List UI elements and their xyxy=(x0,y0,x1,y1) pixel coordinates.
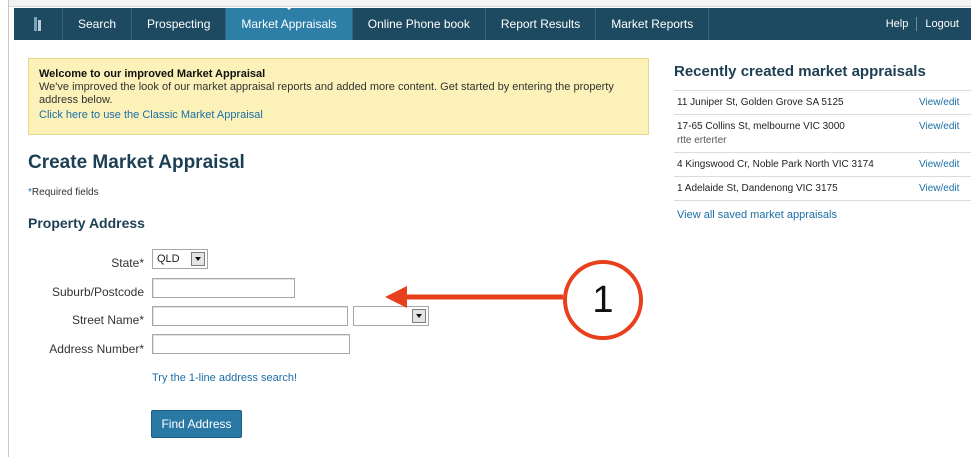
nav-item-market-appraisals[interactable]: Market Appraisals xyxy=(226,7,353,40)
appraisal-address: 17-65 Collins St, melbourne VIC 3000 xyxy=(677,121,845,132)
appraisal-address: 4 Kingswood Cr, Noble Park North VIC 317… xyxy=(677,159,874,170)
callout-number: 1 xyxy=(592,278,614,321)
logout-link[interactable]: Logout xyxy=(917,18,967,30)
state-label: State* xyxy=(111,256,144,270)
find-address-button[interactable]: Find Address xyxy=(151,410,242,438)
view-all-appraisals-link[interactable]: View all saved market appraisals xyxy=(677,209,837,221)
suburb-input[interactable] xyxy=(152,278,295,298)
window-top-edge xyxy=(8,0,971,7)
appraisal-address: 11 Juniper St, Golden Grove SA 5125 xyxy=(677,97,844,108)
one-line-search-link[interactable]: Try the 1-line address search! xyxy=(152,372,297,384)
required-fields-note: *Required fields xyxy=(28,187,99,198)
page-title: Create Market Appraisal xyxy=(28,152,245,173)
help-link[interactable]: Help xyxy=(878,18,917,30)
welcome-text: We've improved the look of our market ap… xyxy=(39,81,614,106)
appraisal-note: rtte erterter xyxy=(677,135,727,146)
list-item: 4 Kingswood Cr, Noble Park North VIC 317… xyxy=(674,153,971,177)
welcome-notice: Welcome to our improved Market Appraisal… xyxy=(28,58,649,135)
nav-item-search[interactable]: Search xyxy=(63,8,133,40)
suburb-label: Suburb/Postcode xyxy=(51,285,144,299)
recent-appraisals-list: 11 Juniper St, Golden Grove SA 5125 View… xyxy=(674,90,971,201)
required-fields-text: Required fields xyxy=(31,187,99,198)
classic-appraisal-link[interactable]: Click here to use the Classic Market App… xyxy=(39,109,638,122)
nav-utility-links: Help Logout xyxy=(878,8,971,40)
address-number-input[interactable] xyxy=(152,334,350,354)
view-edit-link[interactable]: View/edit xyxy=(919,159,959,171)
chevron-down-icon xyxy=(191,252,205,266)
street-name-label: Street Name* xyxy=(71,313,144,327)
nav-item-report-results[interactable]: Report Results xyxy=(486,8,597,40)
property-address-heading: Property Address xyxy=(28,215,145,231)
view-edit-link[interactable]: View/edit xyxy=(919,183,959,195)
welcome-title: Welcome to our improved Market Appraisal xyxy=(39,68,266,80)
logo-icon[interactable] xyxy=(14,8,63,40)
state-select-value: QLD xyxy=(157,253,180,265)
list-item: 11 Juniper St, Golden Grove SA 5125 View… xyxy=(674,91,971,115)
view-edit-link[interactable]: View/edit xyxy=(919,97,959,109)
recent-appraisals-title: Recently created market appraisals xyxy=(674,63,926,80)
window-left-edge xyxy=(8,0,9,457)
state-select[interactable]: QLD xyxy=(152,249,208,269)
list-item: 17-65 Collins St, melbourne VIC 3000 rtt… xyxy=(674,115,971,153)
view-edit-link[interactable]: View/edit xyxy=(919,121,959,133)
nav-item-prospecting[interactable]: Prospecting xyxy=(132,8,227,40)
main-nav: Search Prospecting Market Appraisals Onl… xyxy=(14,7,971,40)
nav-item-online-phone-book[interactable]: Online Phone book xyxy=(353,8,486,40)
nav-item-market-reports[interactable]: Market Reports xyxy=(596,8,710,40)
street-name-input[interactable] xyxy=(152,306,348,326)
address-number-label: Address Number* xyxy=(49,342,144,356)
appraisal-address: 1 Adelaide St, Dandenong VIC 3175 xyxy=(677,183,838,194)
list-item: 1 Adelaide St, Dandenong VIC 3175 View/e… xyxy=(674,177,971,201)
